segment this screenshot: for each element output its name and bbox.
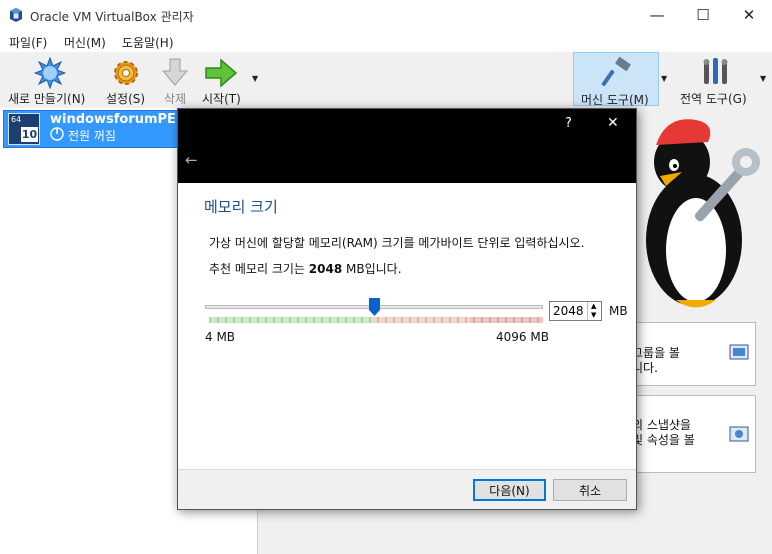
recommended-value: 2048 (308, 262, 343, 276)
start-button[interactable]: 시작(T) (198, 54, 250, 106)
dialog-footer-divider (178, 469, 636, 470)
hammer-icon (601, 57, 631, 87)
os-badge-64: 64 (11, 115, 22, 124)
snapshot-camera-icon[interactable] (729, 424, 749, 444)
discard-arrow-icon (161, 58, 189, 86)
dialog-description: 가상 머신에 할당할 메모리(RAM) 크기를 메가바이트 단위로 입력하십시오… (209, 236, 585, 250)
windows10-os-icon: 64 10 (8, 113, 40, 145)
start-label: 시작(T) (202, 92, 241, 106)
recommended-prefix: 추천 메모리 크기는 (209, 262, 309, 276)
virtualbox-app-icon (10, 8, 22, 22)
tools-icon (703, 58, 728, 84)
memory-spinbox[interactable]: ▲ ▼ (587, 302, 601, 320)
penguin-mascot-icon (646, 119, 760, 308)
new-vm-label: 새로 만들기(N) (8, 92, 86, 106)
window-title: Oracle VM VirtualBox 관리자 (30, 10, 194, 24)
recommended-memory-text: 추천 메모리 크기는 2048 MB입니다. (209, 260, 402, 277)
menu-bar (0, 30, 772, 52)
machine-tools-label: 머신 도구(M) (581, 93, 649, 107)
dialog-help-button[interactable]: ? (565, 116, 572, 131)
snapshots-info-line-2: 및 속성을 볼 (632, 433, 695, 447)
power-off-icon (50, 127, 64, 141)
global-tools-label: 전역 도구(G) (680, 92, 747, 106)
global-tools-dropdown-arrow-icon[interactable]: ▼ (760, 74, 766, 83)
machine-tools-button[interactable]: 머신 도구(M) (573, 52, 659, 107)
close-window-button[interactable]: ✕ (726, 0, 772, 30)
gear-icon (114, 61, 138, 85)
details-monitor-icon[interactable] (729, 343, 749, 363)
menu-file[interactable]: 파일(F) (9, 34, 47, 51)
start-dropdown-arrow-icon[interactable]: ▼ (252, 74, 262, 84)
cancel-button[interactable]: 취소 (553, 479, 627, 501)
menu-help[interactable]: 도움말(H) (122, 34, 174, 51)
tools-info-line-1: 그룹을 볼 (632, 346, 680, 360)
discard-button[interactable]: 삭제 (158, 54, 192, 106)
global-tools-button[interactable]: 전역 도구(G) (676, 54, 756, 106)
start-arrow-icon (205, 58, 238, 88)
next-button[interactable]: 다음(N) (473, 479, 546, 501)
new-starburst-icon (34, 57, 66, 89)
machine-tools-dropdown-arrow-icon[interactable]: ▼ (661, 74, 667, 83)
dialog-body (178, 183, 636, 469)
memory-slider-thumb[interactable] (369, 298, 380, 316)
back-arrow-icon[interactable]: ← (185, 151, 198, 169)
vm-state: 전원 꺼짐 (68, 129, 116, 143)
menu-machine[interactable]: 머신(M) (64, 34, 106, 51)
minimize-button[interactable]: — (634, 0, 680, 30)
slider-min-label: 4 MB (205, 330, 236, 344)
slider-max-label: 4096 MB (496, 330, 549, 344)
settings-label: 설정(S) (106, 92, 146, 106)
new-vm-button[interactable]: 새로 만들기(N) (6, 54, 96, 106)
vm-name: windowsforumPE (50, 112, 176, 127)
maximize-button[interactable]: ☐ (680, 0, 726, 30)
recommended-suffix: MB입니다. (342, 262, 402, 276)
dialog-close-button[interactable]: ✕ (607, 115, 619, 131)
memory-unit-label: MB (609, 304, 628, 318)
spin-down-icon[interactable]: ▼ (591, 311, 596, 319)
os-badge-10: 10 (21, 127, 38, 142)
discard-label: 삭제 (164, 92, 187, 106)
dialog-title: 메모리 크기 (204, 198, 278, 216)
memory-scale-ticks (209, 317, 539, 323)
snapshots-info-line-1: 의 스냅샷을 (632, 418, 692, 432)
spin-up-icon[interactable]: ▲ (591, 302, 596, 310)
settings-button[interactable]: 설정(S) (104, 54, 150, 106)
